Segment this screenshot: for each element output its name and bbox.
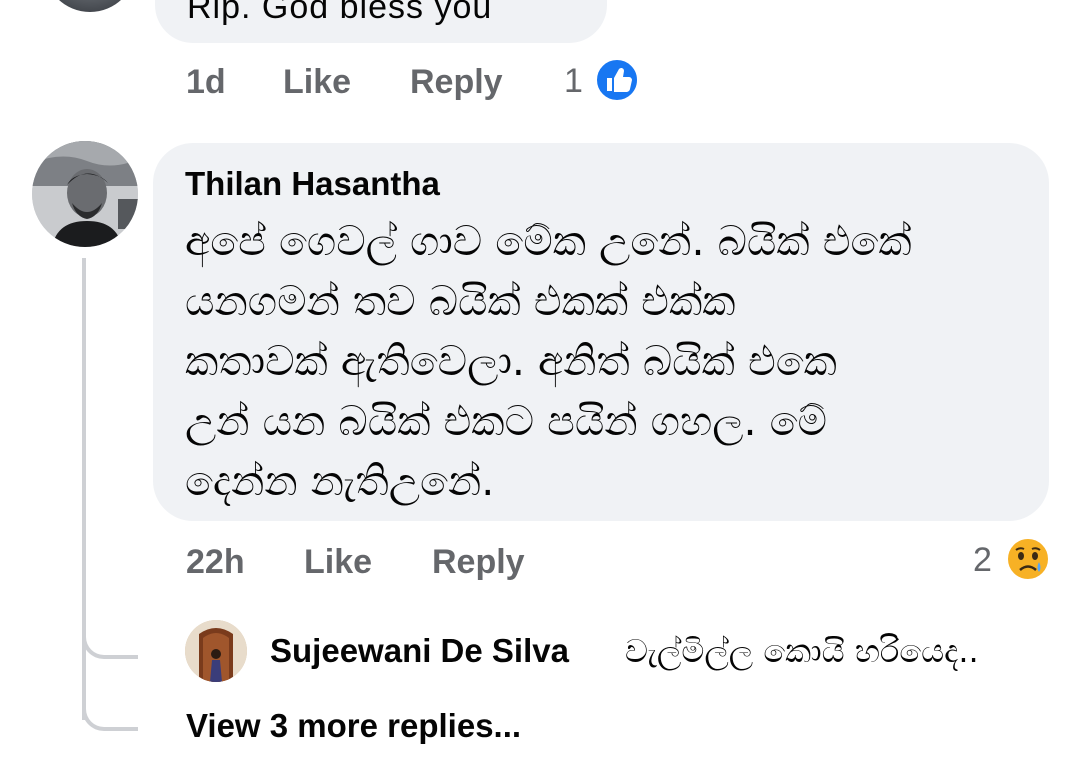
previous-comment-reaction-count[interactable]: 1: [564, 62, 583, 101]
comment-text-line-1: අපේ ගෙවල් ගාව මේක උනේ. බයික් එකේ: [185, 217, 912, 265]
previous-comment-time[interactable]: 1d: [186, 63, 226, 102]
comment-reply-button[interactable]: Reply: [432, 543, 525, 582]
previous-comment-bubble: Rip. God bless you: [155, 0, 607, 43]
previous-comment-reply-button[interactable]: Reply: [410, 63, 503, 102]
comment-reaction-count[interactable]: 2: [973, 541, 992, 580]
comment-time[interactable]: 22h: [186, 543, 245, 582]
comment-like-button[interactable]: Like: [304, 543, 372, 582]
thread-line: [82, 258, 86, 720]
thread-branch-view-more: [82, 687, 138, 731]
previous-commenter-avatar[interactable]: [44, 0, 136, 12]
reply-text[interactable]: වැල්මිල්ල කොයි හරියෙද..: [625, 632, 979, 671]
comment-text-line-3: කතාවක් ඇතිවෙලා. අනිත් බයික් එකෙ: [185, 337, 837, 385]
comment-bubble: Thilan Hasantha අපේ ගෙවල් ගාව මේක උනේ. බ…: [153, 143, 1049, 521]
comment-text-line-4: උන් යන බයික් එකට පයින් ගහල. මේ: [185, 397, 827, 445]
comment-text-line-5: දෙන්න නැතිඋනේ.: [185, 457, 495, 505]
view-more-replies-link[interactable]: View 3 more replies...: [186, 707, 521, 745]
comment-text-line-2: යනගමන් තව බයික් එකක් එක්ක: [185, 277, 736, 325]
thread-branch-reply: [82, 615, 138, 659]
comment-author-name[interactable]: Thilan Hasantha: [185, 165, 440, 203]
previous-comment-like-button[interactable]: Like: [283, 63, 351, 102]
commenter-avatar[interactable]: [32, 141, 138, 247]
reply-author-avatar[interactable]: [185, 620, 247, 682]
sad-face-icon[interactable]: [1005, 536, 1051, 582]
previous-comment-text: Rip. God bless you: [187, 0, 493, 26]
like-thumb-icon[interactable]: [595, 58, 639, 102]
reply-author-name[interactable]: Sujeewani De Silva: [270, 632, 569, 670]
